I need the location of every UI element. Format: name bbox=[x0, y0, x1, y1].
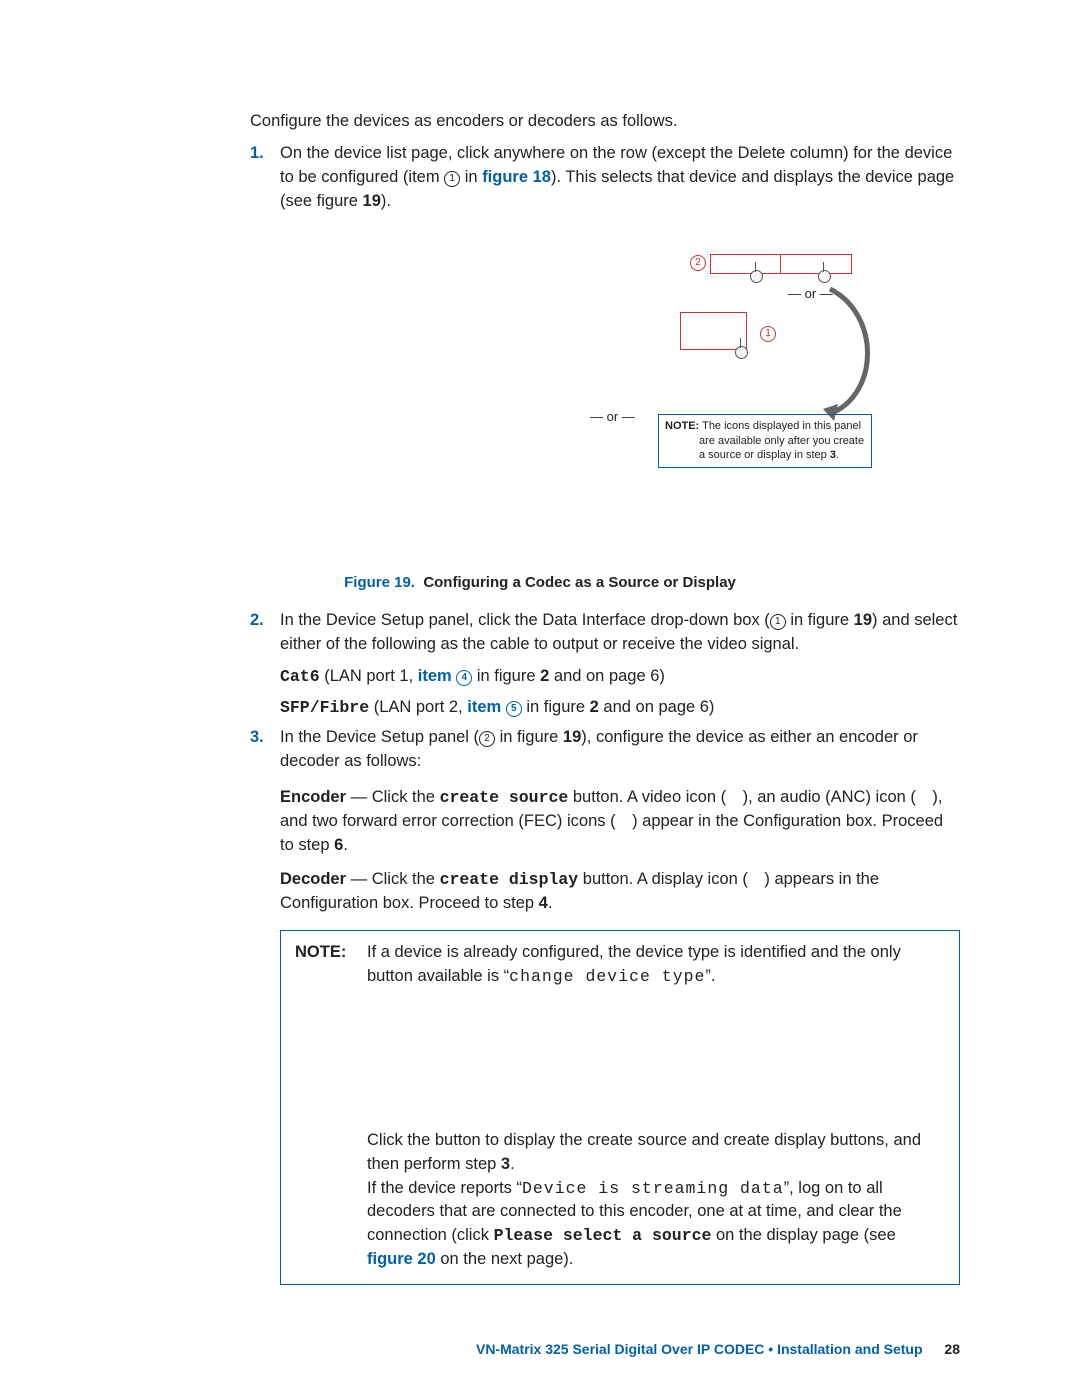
diagram-box bbox=[780, 254, 852, 274]
figure-19-diagram: 2 — or — 1 — or — NOTE: The icons displa… bbox=[280, 244, 960, 544]
step-2-num: 2. bbox=[250, 609, 264, 633]
step-2: 2. In the Device Setup panel, click the … bbox=[250, 609, 960, 721]
note-box: NOTE: If a device is already configured,… bbox=[280, 930, 960, 1285]
cat6-option: Cat6 (LAN port 1, item 4 in figure 2 and… bbox=[280, 665, 960, 689]
main-content: Configure the devices as encoders or dec… bbox=[250, 110, 960, 214]
circled-4-icon: 4 bbox=[456, 670, 472, 686]
encoder-sub: Encoder — Click the create source button… bbox=[280, 786, 960, 858]
circled-5-icon: 5 bbox=[506, 701, 522, 717]
pointer-icon bbox=[818, 270, 831, 283]
sfp-option: SFP/Fibre (LAN port 2, item 5 in figure … bbox=[280, 696, 960, 720]
decoder-sub: Decoder — Click the create display butto… bbox=[280, 868, 960, 916]
note-label: NOTE: bbox=[295, 941, 367, 1272]
figure-note-box: NOTE: The icons displayed in this panel … bbox=[658, 414, 872, 469]
figure-20-link[interactable]: figure 20 bbox=[367, 1250, 436, 1268]
page: Configure the devices as encoders or dec… bbox=[0, 0, 1080, 1397]
figure-18-link[interactable]: figure 18 bbox=[482, 168, 551, 186]
note-label: NOTE: bbox=[665, 420, 699, 432]
note-body: If a device is already configured, the d… bbox=[367, 941, 945, 1272]
item-4-link[interactable]: item 4 bbox=[418, 667, 473, 685]
callout-1-icon: 1 bbox=[760, 326, 776, 342]
note-image-placeholder bbox=[367, 989, 945, 1129]
main-content-cont: 2. In the Device Setup panel, click the … bbox=[250, 609, 960, 916]
pointer-icon bbox=[735, 346, 748, 359]
diagram-box bbox=[680, 312, 747, 350]
circled-1-icon: 1 bbox=[770, 614, 786, 630]
step-3-num: 3. bbox=[250, 726, 264, 750]
pointer-icon bbox=[750, 270, 763, 283]
step-1-num: 1. bbox=[250, 142, 264, 166]
step-3: 3. In the Device Setup panel (2 in figur… bbox=[250, 726, 960, 915]
step-1-text: On the device list page, click anywhere … bbox=[280, 144, 954, 210]
step-1: 1. On the device list page, click anywhe… bbox=[250, 142, 960, 214]
circled-1-icon: 1 bbox=[444, 171, 460, 187]
arrow-curve-icon bbox=[820, 284, 890, 424]
intro-text: Configure the devices as encoders or dec… bbox=[250, 110, 960, 134]
or-label: — or — bbox=[590, 409, 635, 424]
figure-19-caption: Figure 19. Configuring a Codec as a Sour… bbox=[120, 574, 960, 591]
circled-2-icon: 2 bbox=[479, 731, 495, 747]
diagram-box bbox=[710, 254, 782, 274]
page-footer: VN-Matrix 325 Serial Digital Over IP COD… bbox=[476, 1341, 960, 1357]
callout-2-icon: 2 bbox=[690, 255, 706, 271]
page-number: 28 bbox=[944, 1341, 960, 1357]
footer-title: VN-Matrix 325 Serial Digital Over IP COD… bbox=[476, 1341, 923, 1357]
item-5-link[interactable]: item 5 bbox=[467, 698, 522, 716]
